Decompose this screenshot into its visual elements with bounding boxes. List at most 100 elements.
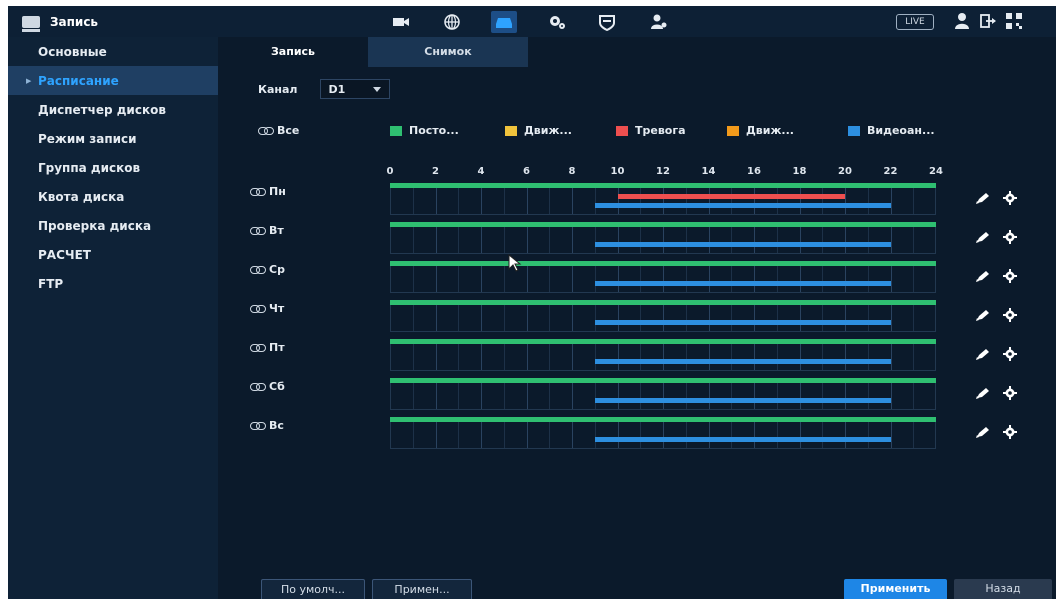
sidebar-item-general[interactable]: Основные (8, 37, 218, 66)
sidebar-item-disk-manager[interactable]: Диспетчер дисков (8, 95, 218, 124)
sidebar-item-schedule[interactable]: ▶ Расписание (8, 66, 218, 95)
schedule-period-bar[interactable] (594, 203, 891, 208)
schedule-period-bar[interactable] (390, 183, 936, 188)
hour-label: 22 (883, 166, 898, 177)
edit-pencil-icon[interactable] (975, 347, 991, 361)
tab-snapshot[interactable]: Снимок (368, 37, 528, 67)
schedule-period-bar[interactable] (390, 222, 936, 227)
hour-gridline (708, 418, 710, 448)
day-link-toggle[interactable]: Сб (250, 380, 285, 393)
gear-icon[interactable] (1003, 269, 1017, 283)
day-link-toggle[interactable]: Вс (250, 419, 284, 432)
day-link-toggle[interactable]: Чт (250, 302, 284, 315)
day-link-toggle[interactable]: Ср (250, 263, 285, 276)
edit-pencil-icon[interactable] (975, 191, 991, 205)
hour-gridline (435, 223, 437, 253)
schedule-period-bar[interactable] (594, 242, 891, 247)
apply-button[interactable]: Применить (844, 579, 947, 599)
day-link-toggle[interactable]: Пт (250, 341, 285, 354)
hour-gridline (412, 379, 414, 409)
hour-gridline (845, 301, 846, 331)
schedule-timeline: 0 2 4 6 8 10 12 14 16 18 20 22 24 Пн Вт Ср Чт Пт Сб Вс (8, 166, 1056, 466)
camera-icon[interactable] (388, 11, 414, 33)
hour-gridline (617, 418, 619, 448)
edit-pencil-icon[interactable] (975, 425, 991, 439)
back-button[interactable]: Назад (954, 579, 1052, 599)
gear-icon[interactable] (1003, 386, 1017, 400)
gear-icon[interactable] (1003, 230, 1017, 244)
schedule-period-bar[interactable] (594, 359, 891, 364)
hour-gridline (503, 223, 505, 253)
copy-to-button[interactable]: Примен... (372, 579, 472, 599)
edit-pencil-icon[interactable] (975, 308, 991, 322)
settings-icon[interactable] (544, 11, 570, 33)
hour-gridline (867, 184, 869, 214)
account-icon[interactable] (646, 11, 672, 33)
day-schedule-grid[interactable] (390, 417, 936, 449)
hour-label: 4 (477, 166, 485, 177)
hour-gridline (572, 301, 573, 331)
schedule-period-bar[interactable] (390, 300, 936, 305)
schedule-period-bar[interactable] (594, 398, 891, 403)
schedule-period-bar[interactable] (594, 437, 891, 442)
link-all-toggle[interactable]: Все (258, 124, 299, 137)
gear-icon[interactable] (1003, 308, 1017, 322)
edit-pencil-icon[interactable] (975, 386, 991, 400)
legend-item-continuous: Посто... (390, 124, 459, 137)
hour-gridline (481, 418, 482, 448)
day-schedule-grid[interactable] (390, 378, 936, 410)
hour-gridline (435, 262, 437, 292)
day-schedule-grid[interactable] (390, 183, 936, 215)
user-icon[interactable] (953, 12, 971, 30)
hour-gridline (435, 184, 437, 214)
schedule-period-bar[interactable] (390, 339, 936, 344)
storage-icon[interactable] (491, 11, 517, 33)
day-schedule-grid[interactable] (390, 300, 936, 332)
hour-gridline (708, 223, 710, 253)
tab-record[interactable]: Запись (218, 37, 368, 67)
hour-gridline (867, 262, 869, 292)
hour-gridline (412, 223, 414, 253)
chevron-right-icon: ▶ (26, 76, 32, 85)
day-link-toggle[interactable]: Вт (250, 224, 284, 237)
security-icon[interactable] (594, 11, 620, 33)
schedule-period-bar[interactable] (617, 194, 845, 199)
schedule-period-bar[interactable] (594, 320, 891, 325)
hour-gridline (594, 262, 596, 292)
schedule-period-bar[interactable] (390, 417, 936, 422)
hour-gridline (572, 379, 573, 409)
channel-select[interactable]: D1 (319, 79, 390, 99)
hour-gridline (685, 340, 687, 370)
logout-icon[interactable] (979, 12, 997, 30)
channel-label: Канал (258, 82, 298, 96)
day-schedule-grid[interactable] (390, 339, 936, 371)
hour-gridline (412, 301, 414, 331)
hour-gridline (617, 379, 619, 409)
gear-icon[interactable] (1003, 425, 1017, 439)
hour-gridline (845, 223, 846, 253)
sidebar-item-record-mode[interactable]: Режим записи (8, 124, 218, 153)
day-schedule-grid[interactable] (390, 222, 936, 254)
hour-gridline (663, 379, 664, 409)
schedule-period-bar[interactable] (594, 281, 891, 286)
link-icon (250, 304, 266, 313)
day-link-toggle[interactable]: Пн (250, 185, 286, 198)
day-schedule-grid[interactable] (390, 261, 936, 293)
row-tools (975, 386, 1017, 400)
gear-icon[interactable] (1003, 191, 1017, 205)
qr-code-icon[interactable] (1005, 12, 1023, 30)
default-button[interactable]: По умолч... (261, 579, 365, 599)
legend-swatch (616, 125, 628, 136)
schedule-period-bar[interactable] (390, 378, 936, 383)
top-bar: Запись LIVE (8, 6, 1056, 37)
schedule-period-bar[interactable] (390, 261, 936, 266)
hour-gridline (594, 418, 596, 448)
hour-gridline (663, 262, 664, 292)
edit-pencil-icon[interactable] (975, 230, 991, 244)
live-view-button[interactable]: LIVE (896, 14, 934, 30)
network-icon[interactable] (439, 11, 465, 33)
hour-gridline (708, 340, 710, 370)
hour-gridline (617, 301, 619, 331)
edit-pencil-icon[interactable] (975, 269, 991, 283)
gear-icon[interactable] (1003, 347, 1017, 361)
